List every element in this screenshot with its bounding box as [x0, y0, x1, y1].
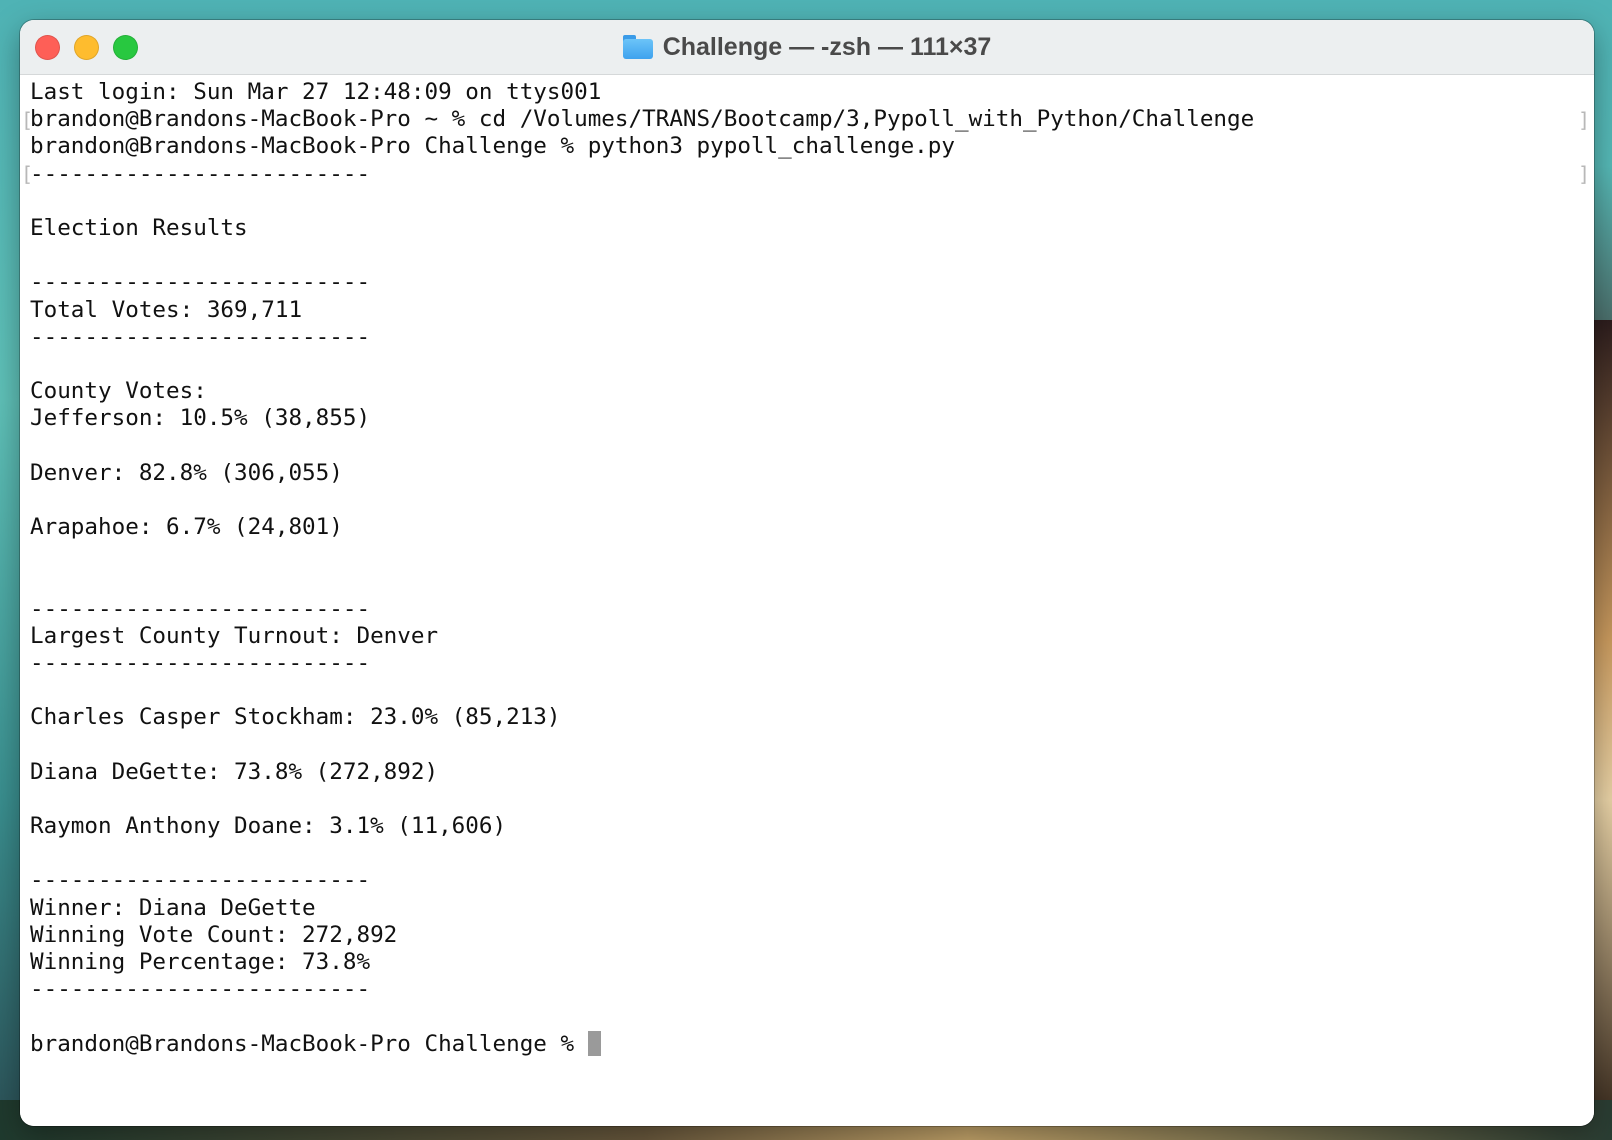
terminal-line: Winning Vote Count: 272,892 — [30, 921, 398, 948]
window-title: Challenge — -zsh — 111×37 — [662, 32, 992, 61]
terminal-line: ------------------------- — [30, 269, 371, 296]
terminal-line: Largest County Turnout: Denver — [30, 622, 439, 649]
terminal-line: ------------------------- — [30, 595, 371, 622]
mark-bracket-left: [ — [21, 108, 34, 132]
terminal-line: Last login: Sun Mar 27 12:48:09 on ttys0… — [30, 79, 602, 105]
terminal-line: ------------------------- — [30, 976, 371, 1003]
window-title-group: Challenge — -zsh — 111×37 — [20, 20, 1594, 74]
terminal-window: Challenge — -zsh — 111×37 [ ] [ ] Last l… — [20, 20, 1594, 1126]
title-bar[interactable]: Challenge — -zsh — 111×37 — [20, 20, 1594, 75]
terminal-line: Total Votes: 369,711 — [30, 296, 303, 323]
terminal-line: County Votes: — [30, 378, 207, 405]
terminal-line: ------------------------- — [30, 323, 371, 350]
terminal-line: Arapahoe: 6.7% (24,801) — [30, 514, 343, 540]
terminal-line: brandon@Brandons-MacBook-Pro Challenge %… — [30, 133, 955, 160]
terminal-line: Denver: 82.8% (306,055) — [30, 459, 343, 486]
folder-icon — [622, 35, 653, 59]
terminal-line: Charles Casper Stockham: 23.0% (85,213) — [30, 704, 561, 731]
terminal-line: ------------------------- — [30, 160, 371, 187]
terminal-output[interactable]: [ ] [ ] Last login: Sun Mar 27 12:48:09 … — [20, 75, 1594, 1126]
terminal-line: ------------------------- — [30, 649, 371, 676]
terminal-line: Raymon Anthony Doane: 3.1% (11,606) — [30, 813, 507, 840]
terminal-line: brandon@Brandons-MacBook-Pro Challenge % — [30, 1030, 1584, 1058]
terminal-line: brandon@Brandons-MacBook-Pro ~ % cd /Vol… — [30, 106, 1255, 133]
terminal-line: Jefferson: 10.5% (38,855) — [30, 405, 371, 432]
terminal-line: ------------------------- — [30, 867, 371, 894]
terminal-line: Election Results — [30, 214, 248, 241]
terminal-line: Diana DeGette: 73.8% (272,892) — [30, 758, 439, 785]
mark-bracket-left: [ — [21, 162, 34, 186]
mark-bracket-right: ] — [1577, 162, 1590, 186]
terminal-line: Winning Percentage: 73.8% — [30, 949, 371, 975]
text-cursor — [587, 1030, 601, 1056]
terminal-line: Winner: Diana DeGette — [30, 894, 316, 921]
mark-bracket-right: ] — [1577, 108, 1590, 132]
